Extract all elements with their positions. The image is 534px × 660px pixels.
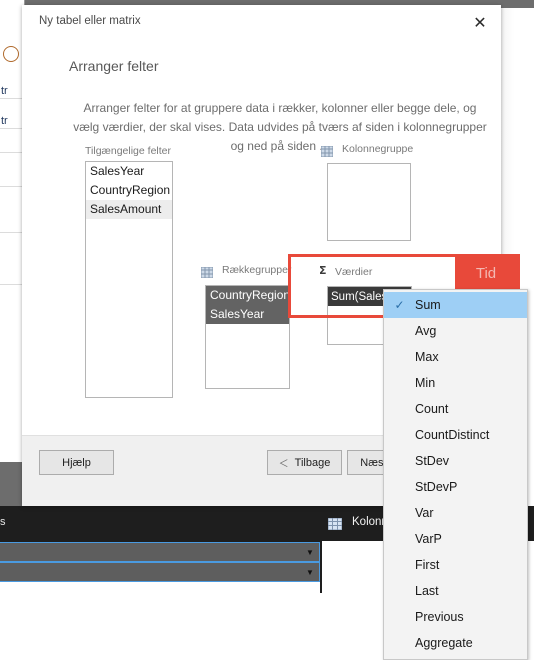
- chevron-down-icon[interactable]: ▼: [301, 543, 319, 561]
- menu-item-label: Sum: [415, 298, 441, 312]
- annotation-tag: Tid: [455, 255, 517, 291]
- background-left-row: [0, 232, 24, 233]
- menu-item-min[interactable]: Min: [384, 370, 527, 396]
- menu-item-label: StDevP: [415, 480, 458, 494]
- chevron-down-icon[interactable]: ▼: [301, 563, 319, 581]
- background-left-row: [0, 152, 24, 153]
- background-left-row: [0, 284, 24, 285]
- list-item[interactable]: SalesYear: [206, 305, 289, 324]
- check-icon: ✓: [394, 298, 405, 312]
- help-button[interactable]: Hjælp: [39, 450, 114, 475]
- menu-item-avg[interactable]: Avg: [384, 318, 527, 344]
- menu-item-max[interactable]: Max: [384, 344, 527, 370]
- column-group-dropzone[interactable]: [327, 163, 411, 241]
- menu-item-aggregate[interactable]: Aggregate: [384, 630, 527, 656]
- bottom-partial-label: s: [0, 516, 6, 528]
- menu-item-countdistinct[interactable]: CountDistinct: [384, 422, 527, 448]
- row-groups-list[interactable]: CountryRegion SalesYear: [205, 285, 290, 389]
- page-title: Arranger felter: [69, 58, 159, 74]
- menu-item-label: First: [415, 558, 440, 572]
- available-fields-list[interactable]: SalesYear CountryRegion SalesAmount: [85, 161, 173, 398]
- menu-item-last[interactable]: Last: [384, 578, 527, 604]
- values-label-row: Værdier: [335, 266, 372, 278]
- available-fields-label: Tilgængelige felter: [85, 145, 171, 157]
- background-left-row: tr: [0, 114, 24, 129]
- background-left-row: [0, 186, 24, 187]
- row-groups-label-row: Rækkegrupper: [200, 264, 292, 278]
- menu-item-varp[interactable]: VarP: [384, 526, 527, 552]
- menu-item-label: Max: [415, 350, 439, 364]
- menu-item-label: Last: [415, 584, 439, 598]
- list-item[interactable]: SalesAmount: [86, 200, 172, 219]
- grid-icon: [320, 144, 334, 157]
- menu-item-var[interactable]: Var: [384, 500, 527, 526]
- menu-item-sum[interactable]: ✓ Sum: [384, 292, 527, 318]
- menu-item-stdevp[interactable]: StDevP: [384, 474, 527, 500]
- menu-item-count[interactable]: Count: [384, 396, 527, 422]
- menu-item-label: Count: [415, 402, 449, 416]
- menu-item-label: VarP: [415, 532, 442, 546]
- values-label: Værdier: [335, 266, 373, 278]
- menu-item-label: Aggregate: [415, 636, 473, 650]
- dialog-titlebar: Ny tabel eller matrix ✕: [22, 5, 501, 41]
- menu-item-label: Min: [415, 376, 436, 390]
- bottom-white-strip: [0, 582, 320, 599]
- close-icon[interactable]: ✕: [469, 12, 491, 34]
- bottom-divider: [320, 541, 322, 593]
- list-item[interactable]: SalesYear: [86, 162, 172, 181]
- menu-item-stdev[interactable]: StDev: [384, 448, 527, 474]
- row-groups-label: Rækkegrupper: [222, 264, 292, 276]
- circle-icon: [3, 46, 19, 62]
- help-button-label: Hjælp: [62, 456, 91, 469]
- menu-item-label: CountDistinct: [415, 428, 490, 442]
- background-left-row: tr: [0, 84, 24, 99]
- sigma-icon: Σ: [319, 264, 327, 277]
- grid-icon: [200, 265, 214, 278]
- column-group-label: Kolonnegruppe: [342, 143, 414, 155]
- menu-item-label: Var: [415, 506, 434, 520]
- chevron-left-icon: ＜: [278, 459, 289, 470]
- aggregate-function-menu[interactable]: ✓ Sum Avg Max Min Count CountDistinct St…: [383, 289, 528, 660]
- column-group-label-row: Kolonnegruppe: [320, 143, 414, 157]
- available-fields-label-row: Tilgængelige felter: [85, 145, 171, 157]
- bottom-dropdown-row[interactable]: ▼: [0, 562, 320, 582]
- list-item[interactable]: CountryRegion: [206, 286, 289, 305]
- menu-item-label: Avg: [415, 324, 437, 338]
- back-button[interactable]: ＜ Tilbage: [267, 450, 342, 475]
- menu-item-first[interactable]: First: [384, 552, 527, 578]
- menu-item-label: StDev: [415, 454, 450, 468]
- list-item[interactable]: CountryRegion: [86, 181, 172, 200]
- menu-item-label: Previous: [415, 610, 464, 624]
- bottom-dropdown-row[interactable]: ▼: [0, 542, 320, 562]
- menu-item-previous[interactable]: Previous: [384, 604, 527, 630]
- back-button-label: Tilbage: [294, 456, 331, 469]
- dialog-title: Ny tabel eller matrix: [39, 15, 141, 27]
- grid-icon: [327, 517, 343, 531]
